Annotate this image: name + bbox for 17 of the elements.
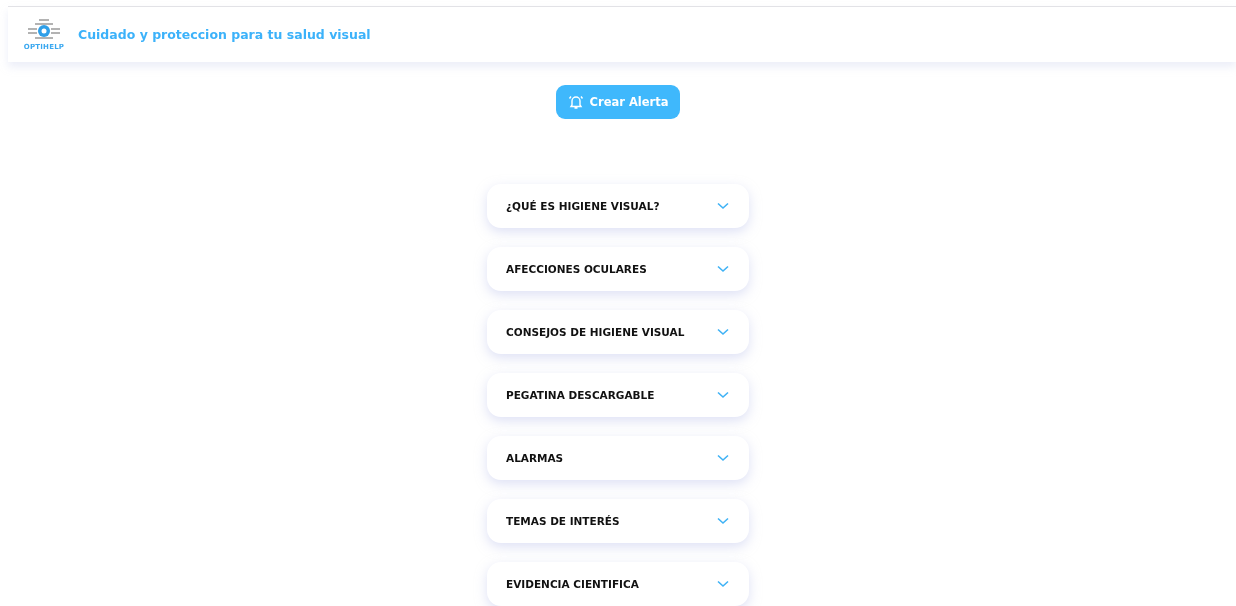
- accordion-item[interactable]: CONSEJOS DE HIGIENE VISUAL: [487, 310, 749, 354]
- accordion-item[interactable]: ALARMAS: [487, 436, 749, 480]
- accordion-item[interactable]: PEGATINA DESCARGABLE: [487, 373, 749, 417]
- accordion-item[interactable]: AFECCIONES OCULARES: [487, 247, 749, 291]
- chevron-down-icon: [717, 202, 729, 210]
- chevron-down-icon: [717, 265, 729, 273]
- accordion-item[interactable]: TEMAS DE INTERÉS: [487, 499, 749, 543]
- chevron-down-icon: [717, 328, 729, 336]
- eye-logo-icon: [27, 18, 61, 42]
- chevron-down-icon: [717, 454, 729, 462]
- site-title: Cuidado y proteccion para tu salud visual: [78, 27, 371, 42]
- accordion-item[interactable]: ¿QUÉ ES HIGIENE VISUAL?: [487, 184, 749, 228]
- chevron-down-icon: [717, 580, 729, 588]
- bell-icon: [567, 94, 584, 110]
- accordion-item[interactable]: EVIDENCIA CIENTIFICA: [487, 562, 749, 606]
- chevron-down-icon: [717, 391, 729, 399]
- chevron-down-icon: [717, 517, 729, 525]
